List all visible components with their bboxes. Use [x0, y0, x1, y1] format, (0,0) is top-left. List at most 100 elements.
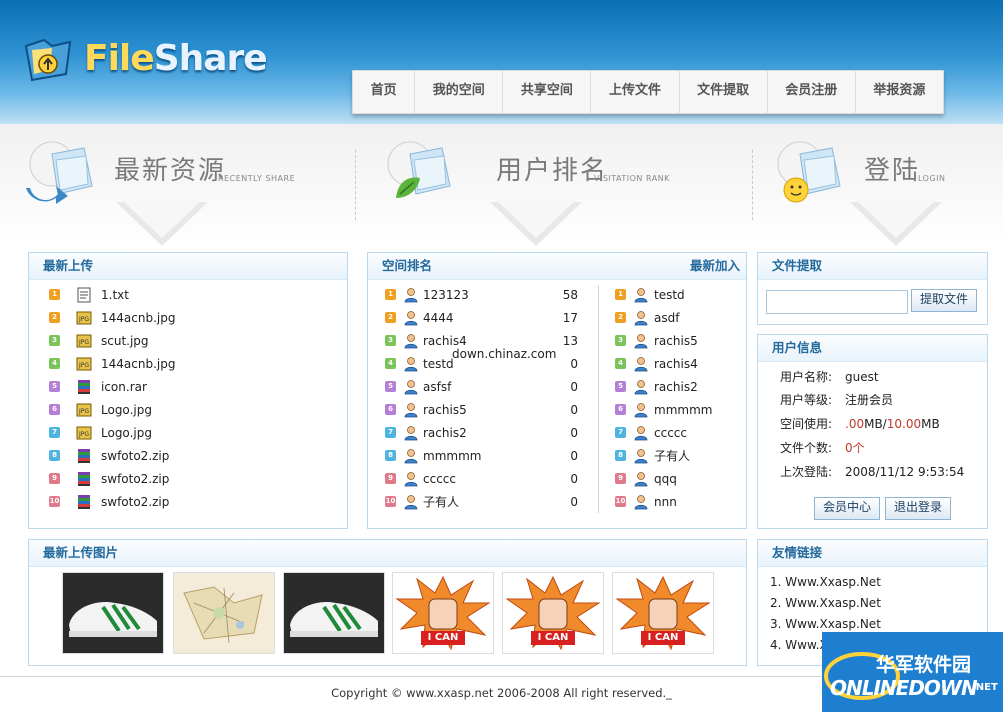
rank-number-badge: 7	[385, 427, 396, 438]
band-title: 最新资源	[114, 156, 227, 186]
rank-number-badge: 8	[49, 450, 60, 461]
header: FileShare 首页 我的空间 共享空间 上传文件 文件提取 会员注册 举报…	[0, 0, 1003, 124]
file-link[interactable]: Logo.jpg	[101, 423, 152, 443]
watermark-text: down.chinaz.com	[452, 347, 557, 361]
band-arrow-inner	[122, 200, 202, 238]
svg-text:JPG: JPG	[78, 408, 89, 415]
jpg-file-icon: JPG	[76, 334, 92, 348]
archive-file-icon	[78, 495, 90, 509]
file-link[interactable]: icon.rar	[101, 377, 147, 397]
extract-code-input[interactable]	[766, 290, 908, 314]
new-member-link[interactable]: testd	[654, 285, 685, 305]
file-link[interactable]: swfoto2.zip	[101, 446, 169, 466]
rank-number-badge: 2	[615, 312, 626, 323]
ranked-user-link[interactable]: rachis5	[423, 400, 467, 420]
ranked-user-link[interactable]: mmmmm	[423, 446, 481, 466]
band-arrow-inner	[496, 200, 576, 238]
i-can-thumbnail[interactable]: I CAN	[392, 572, 494, 654]
rank-number-badge: 1	[385, 289, 396, 300]
rank-score: 17	[562, 311, 578, 325]
file-link[interactable]: 144acnb.jpg	[101, 308, 175, 328]
band-recent-share: 最新资源 RECENTLY SHARE	[0, 124, 350, 246]
nav-register[interactable]: 会员注册	[768, 71, 856, 113]
new-member-link[interactable]: nnn	[654, 492, 677, 512]
newest-members-link[interactable]: 最新加入	[690, 253, 740, 279]
rank-score: 0	[570, 449, 578, 463]
txt-file-icon	[77, 287, 91, 303]
user-icon	[404, 472, 418, 487]
archive-file-icon	[78, 472, 90, 486]
svg-text:JPG: JPG	[78, 431, 89, 438]
ranking-panel: 空间排名 最新加入 1 123123 58 2 4444 17 3 rachis4 13 4 tes…	[367, 252, 747, 529]
band-title: 登陆	[864, 156, 921, 186]
ranked-user-link[interactable]: ccccc	[423, 469, 456, 489]
rank-score: 0	[570, 426, 578, 440]
latest-images-panel: 最新上传图片 I CAN I CAN I CAN	[28, 539, 747, 666]
rank-number-badge: 8	[615, 450, 626, 461]
site-logo[interactable]: FileShare	[22, 30, 268, 90]
i-can-thumbnail[interactable]: I CAN	[612, 572, 714, 654]
friend-link-item[interactable]: 2. Www.Xxasp.Net	[770, 593, 881, 613]
user-icon	[404, 449, 418, 464]
ranked-user-link[interactable]: rachis2	[423, 423, 467, 443]
new-member-link[interactable]: qqq	[654, 469, 677, 489]
new-member-link[interactable]: asdf	[654, 308, 679, 328]
file-extract-panel: 文件提取 提取文件	[757, 252, 988, 325]
nav-file-extract[interactable]: 文件提取	[680, 71, 768, 113]
ranked-user-link[interactable]: 4444	[423, 308, 454, 328]
file-link[interactable]: scut.jpg	[101, 331, 149, 351]
nav-upload-file[interactable]: 上传文件	[591, 71, 680, 113]
nav-shared-space[interactable]: 共享空间	[503, 71, 592, 113]
rank-number-badge: 9	[385, 473, 396, 484]
rank-number-badge: 6	[49, 404, 60, 415]
rank-number-badge: 6	[615, 404, 626, 415]
folder-refresh-icon	[26, 141, 93, 204]
user-info-panel: 用户信息 用户名称: guest 用户等级: 注册会员 空间使用: .00MB/…	[757, 334, 988, 529]
new-member-link[interactable]: 子有人	[654, 446, 690, 466]
nav-my-space[interactable]: 我的空间	[415, 71, 504, 113]
ranked-user-link[interactable]: asfsf	[423, 377, 451, 397]
ranking-title: 空间排名	[382, 258, 433, 273]
file-link[interactable]: 1.txt	[101, 285, 129, 305]
logout-button[interactable]: 退出登录	[885, 497, 952, 520]
badge-cn-text: 华军软件园	[876, 654, 972, 676]
friend-link-item[interactable]: 1. Www.Xxasp.Net	[770, 572, 881, 592]
new-member-link[interactable]: rachis4	[654, 354, 698, 374]
rank-score: 13	[562, 334, 578, 348]
user-icon	[634, 472, 648, 487]
ranked-user-link[interactable]: testd	[423, 354, 454, 374]
new-member-link[interactable]: rachis5	[654, 331, 698, 351]
folder-smiley-icon	[777, 141, 841, 203]
extract-file-button[interactable]: 提取文件	[911, 289, 978, 312]
map-thumbnail[interactable]	[173, 572, 275, 654]
rank-number-badge: 10	[49, 496, 60, 507]
new-member-link[interactable]: mmmmm	[654, 400, 712, 420]
nav-home[interactable]: 首页	[353, 71, 416, 113]
rank-number-badge: 10	[615, 496, 626, 507]
file-link[interactable]: Logo.jpg	[101, 400, 152, 420]
new-member-link[interactable]: rachis2	[654, 377, 698, 397]
user-icon	[634, 403, 648, 418]
archive-file-icon	[78, 380, 90, 394]
sneaker-thumbnail[interactable]	[62, 572, 164, 654]
rank-score: 0	[570, 357, 578, 371]
friend-link-item[interactable]: 3. Www.Xxasp.Net	[770, 614, 881, 634]
ranked-user-link[interactable]: 子有人	[423, 492, 459, 512]
user-icon	[634, 495, 648, 510]
file-link[interactable]: 144acnb.jpg	[101, 354, 175, 374]
member-center-button[interactable]: 会员中心	[814, 497, 881, 520]
new-member-link[interactable]: ccccc	[654, 423, 687, 443]
jpg-file-icon: JPG	[76, 311, 92, 325]
rank-number-badge: 7	[615, 427, 626, 438]
user-level-label: 用户等级:	[780, 393, 833, 407]
nav-report[interactable]: 举报资源	[856, 71, 943, 113]
rank-number-badge: 5	[49, 381, 60, 392]
ranked-user-link[interactable]: 123123	[423, 285, 469, 305]
svg-text:JPG: JPG	[78, 339, 89, 346]
sneaker-thumbnail[interactable]	[283, 572, 385, 654]
file-link[interactable]: swfoto2.zip	[101, 469, 169, 489]
file-link[interactable]: swfoto2.zip	[101, 492, 169, 512]
i-can-thumbnail[interactable]: I CAN	[502, 572, 604, 654]
logo-wordmark: FileShare	[84, 38, 268, 79]
band-subtitle: VISITATION RANK	[594, 174, 670, 183]
